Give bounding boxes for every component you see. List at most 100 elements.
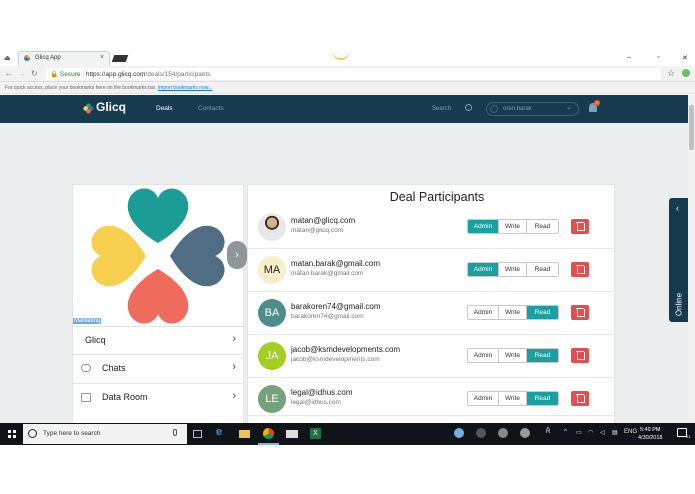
tray-avatar-icon[interactable] [498, 428, 508, 438]
participant-name: matan.barak@gmail.com [291, 259, 381, 268]
search-icon[interactable] [465, 104, 472, 111]
task-view-icon[interactable] [193, 430, 202, 438]
excel-icon[interactable]: X [310, 428, 321, 439]
user-avatar-icon [490, 105, 498, 113]
delete-participant-button[interactable] [571, 305, 589, 320]
next-arrow-button[interactable]: › [227, 241, 247, 269]
delete-participant-button[interactable] [571, 348, 589, 363]
participant-email: barakoren74@gmail.com [291, 313, 364, 320]
avatar: LE [258, 385, 286, 413]
nav-search-label[interactable]: Search [432, 106, 451, 112]
tray-app-icon-2[interactable] [520, 428, 530, 438]
browser-tab[interactable]: Glicq App [18, 51, 110, 66]
forward-arrow-icon[interactable]: → [18, 69, 26, 78]
sidebar-item-chats[interactable]: Chats › [73, 354, 243, 382]
role-admin-button[interactable]: Admin [468, 306, 499, 319]
tab-close-icon[interactable]: × [100, 54, 104, 61]
file-explorer-icon[interactable] [239, 430, 250, 438]
volume-icon[interactable]: ◁ [600, 429, 605, 436]
role-write-button[interactable]: Write [499, 220, 527, 233]
window-minimize-button[interactable]: – [627, 54, 631, 61]
role-admin-button[interactable]: Admin [468, 349, 499, 362]
taskbar-search-placeholder: Type here to search [43, 430, 101, 437]
sidebar-item-label: Data Room [102, 392, 148, 402]
language-indicator[interactable]: ENG [624, 429, 637, 435]
browser-menu-icon[interactable]: ⏏ [4, 54, 11, 62]
role-read-button[interactable]: Read [527, 220, 558, 233]
role-toggle-group: Admin Write Read [467, 219, 559, 234]
role-admin-button[interactable]: Admin [468, 392, 499, 405]
scrollbar-thumb[interactable] [689, 105, 694, 150]
avatar: JA [258, 342, 286, 370]
role-read-button[interactable]: Read [527, 306, 558, 319]
url-field[interactable]: 🔒 Secure | https://app.glicq.com/deals/1… [46, 68, 661, 80]
deal-title-row[interactable]: Glicq › [73, 326, 243, 354]
participant-name: legal@idhus.com [291, 388, 353, 397]
taskbar-clock[interactable]: 5:49 PM 4/30/2018 [638, 426, 662, 442]
role-read-button[interactable]: Read [527, 349, 558, 362]
folder-icon [81, 393, 91, 402]
role-write-button[interactable]: Write [499, 349, 527, 362]
bookmarks-hint: For quick access, place your bookmarks h… [5, 85, 157, 91]
bookmarks-bar: For quick access, place your bookmarks h… [0, 82, 695, 94]
extension-icon[interactable] [682, 69, 690, 77]
participant-row: MA matan.barak@gmail.com matan.barak@gmail… [248, 249, 614, 292]
nav-deals[interactable]: Deals [156, 105, 173, 112]
new-tab-button[interactable] [111, 55, 129, 62]
heart-coral-icon [127, 269, 189, 324]
reload-icon[interactable]: ↻ [31, 69, 38, 78]
chevron-up-icon[interactable]: ^ [564, 429, 567, 435]
tray-app-icon[interactable] [454, 428, 464, 438]
role-admin-button[interactable]: Admin [468, 220, 499, 233]
window-close-button[interactable]: ✕ [682, 54, 688, 62]
lock-icon: 🔒 [50, 71, 59, 78]
battery-icon[interactable]: ▭ [576, 429, 582, 436]
participant-row: matan@glicq.com matan@glicq.com Admin Write… [248, 206, 614, 249]
microphone-icon[interactable] [173, 429, 177, 436]
windows-start-icon[interactable] [8, 430, 16, 438]
participant-email: matan.barak@gmail.com [291, 270, 364, 277]
tray-user-icon[interactable] [476, 428, 486, 438]
heart-teal-icon [127, 188, 189, 243]
participant-email: legal@idhus.com [291, 399, 341, 406]
delete-participant-button[interactable] [571, 262, 589, 277]
role-write-button[interactable]: Write [499, 263, 527, 276]
heart-blue-icon [170, 225, 225, 287]
action-center-count: 21 [686, 434, 691, 439]
role-read-button[interactable]: Read [527, 392, 558, 405]
participant-email: matan@glicq.com [291, 227, 344, 234]
store-icon[interactable] [286, 430, 298, 438]
glicq-logo-icon [83, 103, 94, 114]
delete-participant-button[interactable] [571, 219, 589, 234]
clock-time: 5:49 PM [639, 427, 661, 433]
role-write-button[interactable]: Write [499, 392, 527, 405]
chat-bubble-icon [81, 364, 91, 372]
role-write-button[interactable]: Write [499, 306, 527, 319]
back-arrow-icon[interactable]: ← [5, 69, 13, 78]
heart-yellow-icon [91, 225, 146, 287]
bookmark-star-icon[interactable]: ☆ [667, 68, 675, 79]
url-host: https://app.glicq.com [85, 71, 146, 78]
chevron-left-icon[interactable]: ‹ [676, 203, 679, 213]
avatar: MA [258, 256, 286, 284]
network-icon[interactable]: ◠ [588, 429, 593, 436]
role-admin-button[interactable]: Admin [468, 263, 499, 276]
edge-browser-icon[interactable]: e [216, 426, 227, 438]
delete-participant-button[interactable] [571, 391, 589, 406]
chrome-icon[interactable] [263, 428, 274, 439]
sidebar-item-data-room[interactable]: Data Room › [73, 383, 243, 411]
sidebar-item-label: Chats [102, 363, 126, 373]
glicq-favicon-icon [24, 55, 30, 61]
brand-name[interactable]: Glicq [96, 100, 126, 114]
chevron-down-icon[interactable]: ⌄ [566, 103, 572, 111]
people-icon[interactable]: R̂ [546, 429, 550, 435]
import-bookmarks-link[interactable]: Import bookmarks now... [158, 85, 212, 91]
online-label: Online [674, 292, 684, 317]
nav-contacts[interactable]: Contacts [198, 105, 224, 112]
participant-email: jacob@ksmdevelopments.com [291, 356, 380, 363]
avatar: BA [258, 299, 286, 327]
role-read-button[interactable]: Read [527, 263, 558, 276]
window-maximize-button[interactable]: ▫ [657, 54, 659, 61]
role-toggle-group: Admin Write Read [467, 391, 559, 406]
keyboard-icon[interactable]: ▤ [612, 429, 618, 436]
